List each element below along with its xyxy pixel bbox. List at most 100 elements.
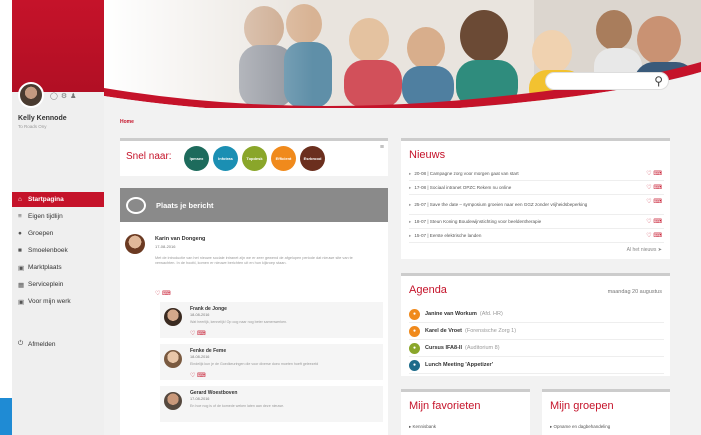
comment-author[interactable]: Frank de Jonge: [190, 306, 227, 312]
sidebar-item-marktplaats[interactable]: ▣ Marktplaats: [12, 260, 104, 275]
sidebar-item-smoelenboek[interactable]: ■ Smoelenboek: [12, 243, 104, 258]
sidebar-nav: ⌂ Startpagina ≡ Eigen tijdlijn ● Groepen…: [12, 192, 104, 311]
bullet-icon: ▸: [409, 170, 412, 176]
agenda-list: ● Janine van Workum (Afd. HR) ● Karel de…: [409, 306, 664, 374]
quick-link-efficient[interactable]: Efficient: [271, 146, 296, 171]
avatar[interactable]: [164, 308, 182, 326]
comment-date: 17-08-2016: [190, 397, 210, 401]
logout-label: Afmelden: [28, 340, 56, 348]
avatar[interactable]: [125, 234, 145, 254]
agenda-title: Agenda: [409, 284, 447, 296]
sidebar: ◯ ⚙ ♟ Kelly Kennode To Roads Ony ⌂ Start…: [12, 0, 104, 435]
news-item-label: 25-07 | Save the date – symposium groeie…: [414, 201, 588, 207]
logout-button[interactable]: ⏻ Afmelden: [18, 340, 55, 348]
news-item[interactable]: ▸ 17-08 | Sociaal intranet OPZC Rekem nu …: [409, 181, 664, 195]
all-news-link[interactable]: Al het nieuws ➤: [627, 247, 662, 253]
comment-text: Eindelijk kun je de Goedkeuringen die vo…: [190, 362, 319, 366]
sidebar-item-label: Startpagina: [28, 196, 64, 203]
quick-link-ipmsex[interactable]: Ipmsex: [184, 146, 209, 171]
like-icon[interactable]: ♡ ⌨: [190, 372, 206, 379]
agenda-item[interactable]: ● Janine van Workum (Afd. HR): [409, 306, 664, 323]
agenda-item-name: Karel de Vroet: [425, 328, 462, 334]
sidebar-item-eigen-tijdlijn[interactable]: ≡ Eigen tijdlijn: [12, 209, 104, 224]
news-item[interactable]: ▸ 18-07 | Steun Koning Boudewijnstichting…: [409, 215, 664, 229]
search-icon[interactable]: ⚲: [654, 74, 663, 88]
like-icon[interactable]: ♡ ⌨: [155, 290, 171, 297]
quick-links-label: Snel naar:: [126, 151, 172, 162]
quick-links-panel: Snel naar: Ipmsex Infotras Topdesk Effic…: [120, 138, 388, 176]
agenda-item-name: Janine van Workum: [425, 311, 477, 317]
post-author[interactable]: Karin van Dongeng: [155, 236, 205, 242]
user-actions: ◯ ⚙ ♟: [50, 92, 76, 100]
agenda-item-location: (Forensische Zorg 1): [465, 328, 517, 334]
arrow-right-icon: ➤: [657, 247, 662, 253]
favorite-item[interactable]: ▸ Kennisbank: [409, 424, 436, 430]
breadcrumb[interactable]: Home: [120, 119, 134, 125]
chat-icon[interactable]: ◯: [50, 92, 58, 100]
news-item[interactable]: ▸ 15-07 | Eerste elektrische landen ♡ ⌨: [409, 229, 664, 243]
sidebar-item-label: Groepen: [28, 230, 54, 237]
agenda-item-name: Cursus IFA8-II: [425, 345, 462, 351]
favorites-title: Mijn favorieten: [409, 400, 481, 412]
agenda-item[interactable]: ● Cursus IFA8-II (Auditorium 8): [409, 340, 664, 357]
post-panel: Plaats je bericht Karin van Dongeng 17-0…: [120, 188, 388, 435]
sidebar-item-serviceplein[interactable]: ▦ Serviceplein: [12, 277, 104, 292]
settings-icon[interactable]: ⚙: [61, 92, 67, 100]
news-item-label: 17-08 | Sociaal intranet OPZC Rekem nu o…: [414, 185, 512, 190]
search-input[interactable]: ⚲: [545, 72, 669, 90]
user-name: Kelly Kennode: [18, 115, 67, 122]
groups-panel: Mijn groepen ▸ Opname en dagbehandeling: [542, 389, 670, 435]
comment: Gerard Woestboven 17-08-2016 En hoe nog …: [160, 386, 383, 422]
comment: Fenke de Feme 18-08-2016 Eindelijk kun j…: [160, 344, 383, 380]
post-composer[interactable]: Plaats je bericht: [120, 188, 388, 222]
like-icon[interactable]: ♡ ⌨: [190, 330, 206, 337]
comment-author[interactable]: Gerard Woestboven: [190, 390, 237, 396]
quick-link-infotras[interactable]: Infotras: [213, 146, 238, 171]
avatar[interactable]: [164, 392, 182, 410]
news-title: Nieuws: [409, 149, 446, 161]
groups-icon[interactable]: ♟: [70, 92, 76, 100]
sidebar-item-label: Eigen tijdlijn: [28, 213, 63, 220]
sidebar-item-label: Marktplaats: [28, 264, 62, 271]
avatar[interactable]: [18, 82, 44, 108]
news-panel: Nieuws ▸ 20-08 | Campagne zorg voor morge…: [401, 138, 670, 259]
like-icon[interactable]: ♡ ⌨: [646, 218, 662, 225]
comment-author[interactable]: Fenke de Feme: [190, 348, 226, 354]
menu-icon[interactable]: ≡: [380, 144, 384, 151]
news-item-label: 15-07 | Eerste elektrische landen: [414, 233, 482, 238]
like-icon[interactable]: ♡ ⌨: [646, 170, 662, 177]
news-item[interactable]: ▸ 25-07 | Save the date – symposium groei…: [409, 195, 664, 215]
bullet-icon: ▸: [409, 184, 412, 190]
person-icon: ●: [409, 325, 420, 337]
agenda-item[interactable]: ● Karel de Vroet (Forensische Zorg 1): [409, 323, 664, 340]
favorite-item-label: Kennisbank: [412, 424, 437, 429]
agenda-item[interactable]: ● Lunch Meeting 'Appetizer': [409, 357, 664, 374]
agenda-panel: Agenda maandag 20 augustus ● Janine van …: [401, 273, 670, 376]
all-news-label: Al het nieuws: [626, 247, 657, 253]
comment-text: En hoe nog is of de komede weken laten a…: [190, 404, 285, 408]
groups-title: Mijn groepen: [550, 400, 614, 412]
sidebar-item-startpagina[interactable]: ⌂ Startpagina: [12, 192, 104, 207]
like-icon[interactable]: ♡ ⌨: [646, 232, 662, 239]
comment-text: Wat heerlijk, kennelijk! Op oog naar nog…: [190, 320, 288, 324]
like-icon[interactable]: ♡ ⌨: [646, 184, 662, 191]
bullet-icon: ▸: [409, 201, 412, 207]
news-item[interactable]: ▸ 20-08 | Campagne zorg voor morgen gaat …: [409, 167, 664, 181]
sidebar-item-label: Serviceplein: [28, 281, 64, 288]
comment-date: 18-08-2016: [190, 313, 210, 317]
bullet-icon: ▸: [409, 218, 412, 224]
course-icon: ●: [409, 342, 420, 354]
agenda-item-location: (Afd. HR): [479, 311, 503, 317]
comment: Frank de Jonge 18-08-2016 Wat heerlijk, …: [160, 302, 383, 338]
groups-icon: ●: [18, 230, 22, 237]
like-icon[interactable]: ♡ ⌨: [646, 198, 662, 205]
group-item[interactable]: ▸ Opname en dagbehandeling: [550, 424, 610, 430]
avatar[interactable]: [164, 350, 182, 368]
news-item-label: 18-07 | Steun Koning Boudewijnstichting …: [414, 219, 542, 224]
sidebar-item-groepen[interactable]: ● Groepen: [12, 226, 104, 241]
quick-link-esrbrood[interactable]: Esrbrood: [300, 146, 325, 171]
sidebar-item-voor-mijn-werk[interactable]: ▣ Voor mijn werk: [12, 294, 104, 309]
market-icon: ▣: [18, 264, 25, 272]
quick-link-topdesk[interactable]: Topdesk: [242, 146, 267, 171]
contacts-icon: ■: [18, 247, 22, 254]
